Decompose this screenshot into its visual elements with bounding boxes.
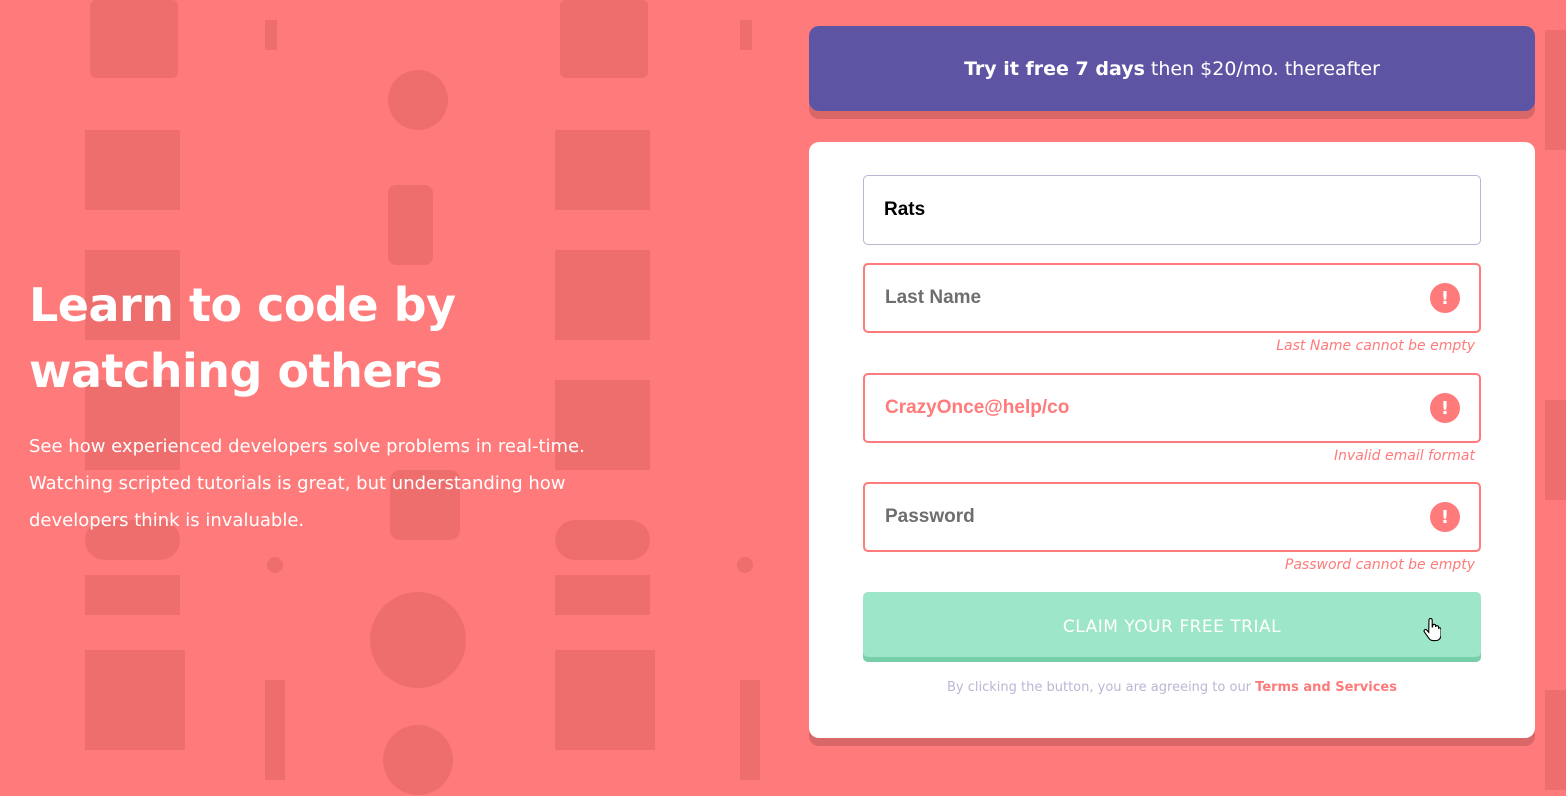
- promo-bold-text: Try it free 7 days: [964, 57, 1145, 80]
- last-name-field: Last Name ! Last Name cannot be empty: [863, 263, 1481, 354]
- last-name-input[interactable]: Last Name !: [863, 263, 1481, 333]
- first-name-input[interactable]: Rats: [863, 175, 1481, 245]
- first-name-value: Rats: [884, 199, 926, 220]
- signup-form: Rats Last Name ! Last Name cannot be emp…: [809, 142, 1535, 738]
- email-error-message: Invalid email format: [1334, 448, 1475, 464]
- first-name-field: Rats: [863, 175, 1481, 245]
- promo-price-text: then $20/mo. thereafter: [1150, 57, 1380, 80]
- hand-cursor-icon: [1423, 618, 1441, 642]
- hero-section: Learn to code by watching others See how…: [29, 272, 669, 539]
- claim-trial-button[interactable]: CLAIM YOUR FREE TRIAL: [863, 592, 1481, 662]
- password-placeholder: Password: [885, 506, 975, 527]
- promo-banner: Try it free 7 days then $20/mo. thereaft…: [809, 26, 1535, 111]
- hero-heading-line-2: watching others: [29, 344, 443, 398]
- password-input[interactable]: Password !: [863, 482, 1481, 552]
- password-error-message: Password cannot be empty: [1284, 557, 1475, 573]
- error-icon: !: [1430, 283, 1460, 313]
- last-name-error-message: Last Name cannot be empty: [1276, 338, 1475, 354]
- email-field: CrazyOnce@help/co ! Invalid email format: [863, 373, 1481, 464]
- last-name-placeholder: Last Name: [885, 287, 982, 308]
- error-icon: !: [1430, 393, 1460, 423]
- password-field: Password ! Password cannot be empty: [863, 482, 1481, 573]
- email-value: CrazyOnce@help/co: [885, 397, 1070, 418]
- hero-heading: Learn to code by watching others: [29, 272, 669, 404]
- terms-link[interactable]: Terms and Services: [1255, 680, 1397, 695]
- email-input[interactable]: CrazyOnce@help/co !: [863, 373, 1481, 443]
- error-icon: !: [1430, 502, 1460, 532]
- terms-notice: By clicking the button, you are agreeing…: [809, 680, 1535, 695]
- hero-heading-line-1: Learn to code by: [29, 278, 456, 332]
- terms-text: By clicking the button, you are agreeing…: [946, 680, 1252, 695]
- claim-trial-label: CLAIM YOUR FREE TRIAL: [1062, 617, 1282, 637]
- hero-description: See how experienced developers solve pro…: [29, 436, 585, 531]
